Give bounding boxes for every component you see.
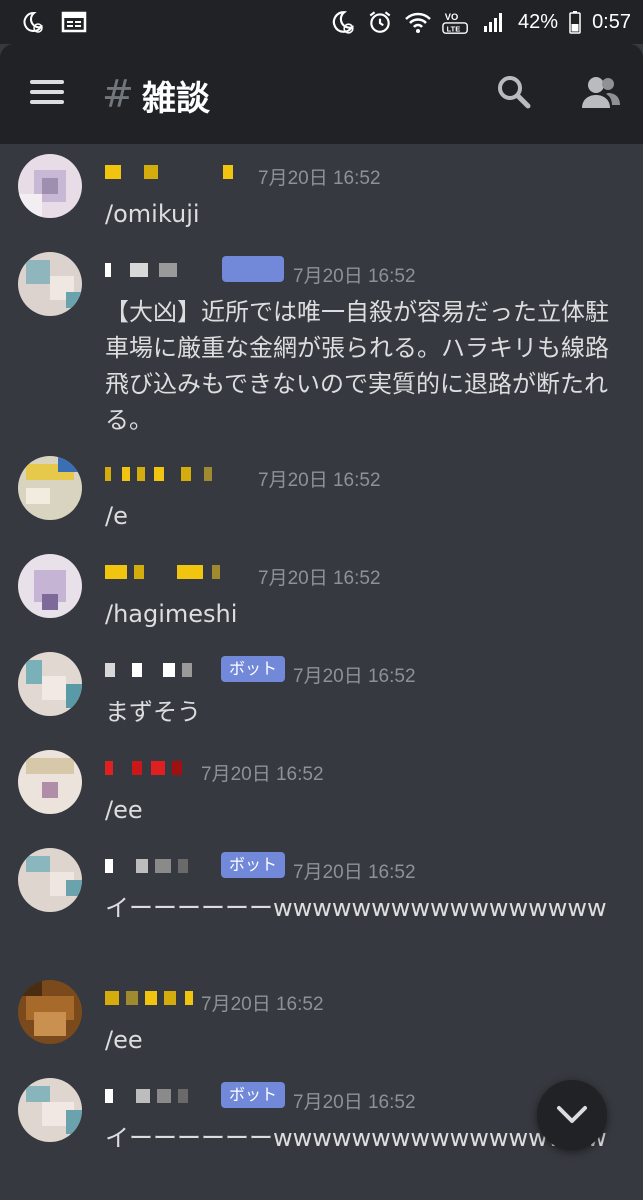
svg-text:VO: VO	[445, 12, 458, 22]
clock: 0:57	[592, 10, 631, 33]
members-icon	[582, 77, 620, 108]
message: 7月20日 16:52 /ee	[0, 740, 643, 836]
message-text: イーーーーーーwwwwwwwwwwwwwwwww	[105, 894, 607, 922]
bot-badge: ボット	[221, 656, 286, 682]
timestamp: 7月20日 16:52	[201, 764, 324, 785]
avatar[interactable]	[18, 980, 82, 1044]
moon-alarm-icon	[328, 8, 356, 36]
timestamp: 7月20日 16:52	[293, 1092, 416, 1113]
svg-text:LTE: LTE	[447, 24, 461, 33]
message: 7月20日 16:52 /omikuji	[0, 144, 643, 240]
username[interactable]	[105, 758, 182, 778]
status-bar: VO LTE 42% 0:57	[0, 0, 643, 44]
channel-hash-icon: #	[102, 72, 134, 116]
members-button[interactable]	[578, 72, 622, 112]
username[interactable]	[105, 988, 193, 1008]
chevron-down-icon	[557, 1106, 587, 1123]
scroll-to-bottom-button[interactable]	[537, 1080, 607, 1150]
menu-icon	[30, 80, 64, 84]
message-list[interactable]: 7月20日 16:52 /omikuji 7月20日 16:52 【大凶】近所で…	[0, 144, 643, 1200]
message-text: /hagimeshi	[105, 600, 238, 628]
battery-icon	[568, 8, 582, 36]
search-icon	[498, 76, 531, 109]
message: 7月20日 16:52 【大凶】近所では唯一自殺が容易だった立体駐車場に厳重な金…	[0, 242, 643, 442]
timestamp: 7月20日 16:52	[258, 168, 381, 189]
calendar-icon	[60, 8, 88, 36]
message: 7月20日 16:52 /hagimeshi	[0, 544, 643, 640]
message: ボット 7月20日 16:52 イーーーーーーwwwwwwwwwwwwwwwww	[0, 838, 643, 966]
message-text: /e	[105, 502, 128, 530]
avatar[interactable]	[18, 652, 82, 716]
bot-badge: ボット	[221, 852, 286, 878]
volte-icon: VO LTE	[442, 8, 470, 36]
timestamp: 7月20日 16:52	[293, 266, 416, 287]
search-button[interactable]	[494, 72, 534, 112]
timestamp: 7月20日 16:52	[293, 666, 416, 687]
timestamp: 7月20日 16:52	[201, 994, 324, 1015]
avatar[interactable]	[18, 554, 82, 618]
message: 7月20日 16:52 /ee	[0, 970, 643, 1066]
avatar[interactable]	[18, 252, 82, 316]
username[interactable]	[105, 856, 188, 876]
wifi-icon	[404, 8, 432, 36]
channel-title: 雑談	[142, 79, 210, 119]
message-text: /ee	[105, 796, 143, 824]
menu-button[interactable]	[30, 74, 70, 114]
timestamp: 7月20日 16:52	[258, 568, 381, 589]
signal-icon	[480, 8, 508, 36]
username[interactable]	[105, 1086, 188, 1106]
avatar[interactable]	[18, 848, 82, 912]
username[interactable]	[105, 162, 233, 182]
alarm-icon	[366, 8, 394, 36]
message-text: /omikuji	[105, 200, 200, 228]
channel-header: # 雑談	[0, 44, 643, 144]
avatar[interactable]	[18, 750, 82, 814]
bot-badge: ボット	[221, 1082, 286, 1108]
avatar[interactable]	[18, 154, 82, 218]
message: ボット 7月20日 16:52 まずそう	[0, 642, 643, 738]
avatar[interactable]	[18, 456, 82, 520]
message-text: 【大凶】近所では唯一自殺が容易だった立体駐車場に厳重な金網が張られる。ハラキリも…	[105, 298, 609, 434]
username[interactable]	[105, 260, 177, 280]
message-text: /ee	[105, 1026, 143, 1054]
timestamp: 7月20日 16:52	[258, 470, 381, 491]
role-badge	[222, 256, 284, 282]
username[interactable]	[105, 660, 192, 680]
timestamp: 7月20日 16:52	[293, 862, 416, 883]
message: 7月20日 16:52 /e	[0, 446, 643, 542]
message-text: まずそう	[105, 698, 201, 726]
username[interactable]	[105, 562, 220, 582]
moon-alarm-icon	[18, 8, 46, 36]
battery-percent: 42%	[518, 10, 559, 33]
username[interactable]	[105, 464, 212, 484]
avatar[interactable]	[18, 1078, 82, 1142]
